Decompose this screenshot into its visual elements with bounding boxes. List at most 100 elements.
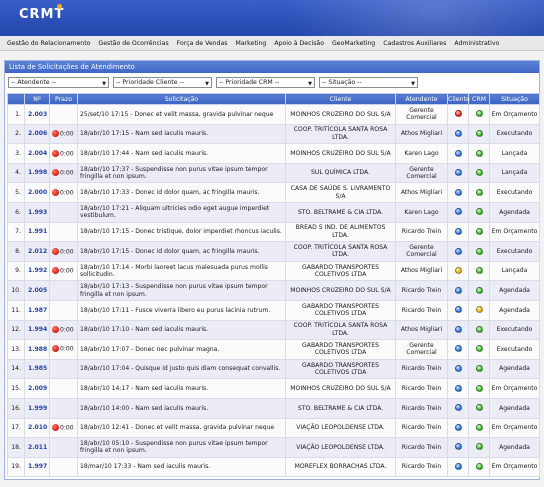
- situacao-cell: Agendada: [489, 280, 540, 301]
- priority-blue-icon: [454, 169, 462, 177]
- prioridade-cliente-cell: [447, 260, 469, 282]
- prioridade-crm-cell: [468, 358, 490, 380]
- menu-item-cadastros-auxiliares[interactable]: Cadastros Auxiliares: [383, 40, 446, 47]
- request-number-link[interactable]: 2.003: [24, 104, 50, 125]
- col-header-prazo[interactable]: Prazo: [49, 93, 78, 105]
- table-row[interactable]: 2. 2.006 0:00 18/abr/10 17:15 - Nam sed iac…: [7, 123, 540, 145]
- row-index: 15.: [7, 378, 25, 399]
- app-logo[interactable]: CRM T: [19, 4, 64, 22]
- atendente-cell: Ricardo Trein: [395, 456, 448, 478]
- request-number-link[interactable]: 2.012: [24, 241, 50, 262]
- row-index: 2.: [7, 123, 25, 145]
- priority-blue-icon: [454, 365, 462, 373]
- table-row[interactable]: 1. 2.003 25/set/10 17:15 - Donec et velit …: [7, 104, 540, 125]
- chevron-down-icon: ▼: [308, 81, 312, 87]
- cliente-cell: BREAD S IND. DE ALIMENTOS LTDA.: [285, 221, 396, 243]
- priority-green-icon: [475, 149, 483, 157]
- prioridade-crm-cell: [468, 339, 490, 360]
- prioridade-crm-cell: [468, 182, 490, 203]
- prazo-cell: [49, 104, 78, 125]
- prioridade-cliente-cell: [447, 221, 469, 243]
- prazo-value: 0:00: [60, 267, 74, 275]
- request-number-link[interactable]: 2.004: [24, 143, 50, 164]
- prazo-cell: 0:00: [49, 143, 78, 164]
- request-number-link[interactable]: 1.997: [24, 456, 50, 478]
- request-number-link[interactable]: 2.011: [24, 437, 50, 458]
- col-header-atendente[interactable]: Atendente: [395, 93, 448, 105]
- situacao-filter-select[interactable]: -- Situação -- ▼: [319, 77, 418, 88]
- menu-item-gestao-ocorrencias[interactable]: Gestão de Ocorrências: [98, 40, 168, 47]
- table-row[interactable]: 19. 1.997 18/mar/10 17:33 - Nam sed iaculi…: [7, 456, 540, 478]
- menu-item-marketing[interactable]: Marketing: [236, 40, 267, 47]
- atendente-cell: Ricardo Trein: [395, 378, 448, 399]
- cliente-cell: GABARDO TRANSPORTES COLETIVOS LTDA: [285, 299, 396, 321]
- solicitacao-cell: 18/abr/10 05:10 - Suspendisse non purus …: [77, 437, 286, 458]
- table-row[interactable]: 8. 2.012 0:00 18/abr/10 17:15 - Donec id do…: [7, 241, 540, 262]
- table-row[interactable]: 7. 1.991 18/abr/10 17:15 - Donec tristique…: [7, 221, 540, 243]
- priority-blue-icon: [454, 463, 462, 471]
- prioridade-crm-cell: [468, 319, 490, 341]
- table-row[interactable]: 12. 1.994 0:00 18/abr/10 17:10 - Nam sed ia…: [7, 319, 540, 341]
- table-row[interactable]: 15. 2.009 18/abr/10 14:17 - Nam sed iaculi…: [7, 378, 540, 399]
- table-row[interactable]: 16. 1.999 18/abr/10 14:00 - Nam sed iaculi…: [7, 397, 540, 419]
- table-row[interactable]: 14. 1.985 18/abr/10 17:04 - Quisque id jus…: [7, 358, 540, 380]
- col-header-solicitacao[interactable]: Solicitação: [77, 93, 286, 105]
- chevron-down-icon: ▼: [205, 81, 209, 87]
- table-row[interactable]: 5. 2.000 0:00 18/abr/10 17:33 - Donec id do…: [7, 182, 540, 203]
- solicitacao-cell: 18/abr/10 17:07 - Donec nec pulvinar mag…: [77, 339, 286, 360]
- menu-item-apoio-decisao[interactable]: Apoio à Decisão: [274, 40, 324, 47]
- table-row[interactable]: 11. 1.987 18/abr/10 17:11 - Fusce viverra …: [7, 299, 540, 321]
- table-header-row: Nº Prazo Solicitação Cliente Atendente C…: [7, 93, 540, 105]
- table-row[interactable]: 10. 2.005 18/abr/10 17:13 - Suspendisse no…: [7, 280, 540, 301]
- priority-blue-icon: [454, 129, 462, 137]
- request-number-link[interactable]: 1.985: [24, 358, 50, 380]
- prioridade-cliente-cell: [447, 339, 469, 360]
- request-number-link[interactable]: 1.991: [24, 221, 50, 243]
- row-index: 11.: [7, 299, 25, 321]
- request-number-link[interactable]: 1.992: [24, 260, 50, 282]
- table-row[interactable]: 6. 1.993 18/abr/10 17:21 - Aliquam ultrici…: [7, 201, 540, 223]
- menu-item-geomarketing[interactable]: GeoMarketing: [332, 40, 375, 47]
- table-row[interactable]: 17. 2.010 0:00 18/abr/10 12:41 - Donec et v…: [7, 417, 540, 439]
- table-row[interactable]: 4. 1.998 0:00 18/abr/10 17:37 - Suspendisse…: [7, 162, 540, 184]
- prazo-value: 0:00: [60, 189, 74, 197]
- table-row[interactable]: 3. 2.004 0:00 18/abr/10 17:44 - Nam sed iac…: [7, 143, 540, 164]
- request-number-link[interactable]: 1.994: [24, 319, 50, 341]
- row-index: 6.: [7, 201, 25, 223]
- priority-blue-icon: [454, 443, 462, 451]
- table-row[interactable]: 9. 1.992 0:00 18/abr/10 17:14 - Morbi laore…: [7, 260, 540, 282]
- request-number-link[interactable]: 2.000: [24, 182, 50, 203]
- atendente-cell: Karen Lago: [395, 143, 448, 164]
- priority-blue-icon: [454, 149, 462, 157]
- col-header-cliente[interactable]: Cliente: [285, 93, 396, 105]
- request-number-link[interactable]: 2.009: [24, 378, 50, 399]
- request-number-link[interactable]: 1.987: [24, 299, 50, 321]
- menu-item-forca-vendas[interactable]: Força de Vendas: [177, 40, 228, 47]
- situacao-cell: Em Orçamento: [489, 378, 540, 399]
- prioridade-cliente-filter-select[interactable]: -- Prioridade Cliente -- ▼: [113, 77, 212, 88]
- prioridade-crm-filter-select[interactable]: -- Prioridade CRM -- ▼: [216, 77, 315, 88]
- alarm-clock-icon: [52, 267, 59, 275]
- request-number-link[interactable]: 1.998: [24, 162, 50, 184]
- situacao-cell: Lançada: [489, 143, 540, 164]
- atendente-filter-select[interactable]: -- Atendente -- ▼: [8, 77, 109, 88]
- request-number-link[interactable]: 2.005: [24, 280, 50, 301]
- situacao-cell: Em Orçamento: [489, 417, 540, 439]
- menu-item-administrativo[interactable]: Administrativo: [454, 40, 499, 47]
- request-number-link[interactable]: 1.999: [24, 397, 50, 419]
- col-header-index: [7, 93, 25, 105]
- col-header-prioridade-cliente[interactable]: Cliente: [447, 93, 470, 105]
- request-number-link[interactable]: 2.006: [24, 123, 50, 145]
- col-header-number[interactable]: Nº: [24, 93, 50, 105]
- col-header-situacao[interactable]: Situação: [489, 93, 540, 105]
- request-number-link[interactable]: 1.993: [24, 201, 50, 223]
- request-number-link[interactable]: 2.010: [24, 417, 50, 439]
- col-header-prioridade-crm[interactable]: CRM: [468, 93, 490, 105]
- request-number-link[interactable]: 1.988: [24, 339, 50, 360]
- menu-item-gestao-relacionamento[interactable]: Gestão do Relacionamento: [7, 40, 90, 47]
- solicitacao-cell: 18/abr/10 17:37 - Suspendisse non purus …: [77, 162, 286, 184]
- table-row[interactable]: 13. 1.988 0:00 18/abr/10 17:07 - Donec nec …: [7, 339, 540, 360]
- prazo-cell: 0:00: [49, 182, 78, 203]
- prioridade-crm-cell: [468, 221, 490, 243]
- table-row[interactable]: 18. 2.011 18/abr/10 05:10 - Suspendisse no…: [7, 437, 540, 458]
